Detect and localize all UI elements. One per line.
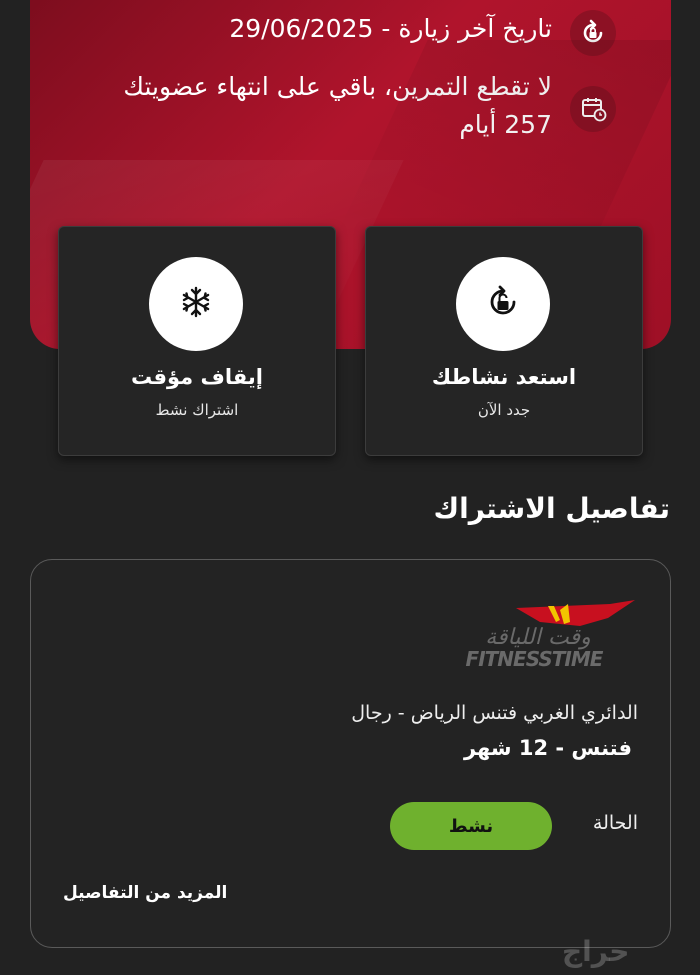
remaining-days-line2: 257 أيام bbox=[459, 110, 552, 139]
section-title: تفاصيل الاشتراك bbox=[433, 492, 671, 525]
plan-name: فتنس - 12 شهر bbox=[463, 736, 632, 760]
renew-subtitle: جدد الآن bbox=[477, 401, 531, 419]
refresh-icon bbox=[570, 10, 616, 56]
renew-icon-circle bbox=[456, 257, 550, 351]
status-label: الحالة bbox=[592, 812, 638, 834]
unlock-refresh-icon bbox=[483, 282, 523, 326]
freeze-title: إيقاف مؤقت bbox=[131, 365, 263, 389]
status-badge: نشط bbox=[390, 802, 552, 850]
calendar-clock-icon bbox=[570, 86, 616, 132]
remaining-days-text: لا تقطع التمرين، باقي على انتهاء عضويتك … bbox=[123, 68, 552, 144]
last-visit-text: تاريخ آخر زيارة - 29/06/2025 bbox=[229, 14, 552, 43]
snowflake-icon bbox=[179, 285, 213, 323]
fitness-time-logo: وقت اللياقة FITNESSTIME bbox=[430, 600, 640, 680]
subscription-details-card: وقت اللياقة FITNESSTIME الدائري الغربي ف… bbox=[30, 559, 671, 948]
renew-title: استعد نشاطك bbox=[431, 365, 577, 389]
logo-english: FITNESSTIME bbox=[466, 647, 604, 671]
freeze-card[interactable]: إيقاف مؤقت اشتراك نشط bbox=[58, 226, 336, 456]
watermark: حراج bbox=[562, 935, 630, 968]
renew-card[interactable]: استعد نشاطك جدد الآن bbox=[365, 226, 643, 456]
branch-name: الدائري الغربي فتنس الرياض - رجال bbox=[351, 702, 638, 724]
remaining-days-line1: لا تقطع التمرين، باقي على انتهاء عضويتك bbox=[123, 72, 552, 101]
freeze-icon-circle bbox=[149, 257, 243, 351]
more-details-link[interactable]: المزيد من التفاصيل bbox=[63, 883, 227, 903]
last-visit-row: تاريخ آخر زيارة - 29/06/2025 bbox=[229, 10, 616, 56]
freeze-subtitle: اشتراك نشط bbox=[155, 401, 239, 419]
remaining-days-row: لا تقطع التمرين، باقي على انتهاء عضويتك … bbox=[123, 68, 616, 144]
